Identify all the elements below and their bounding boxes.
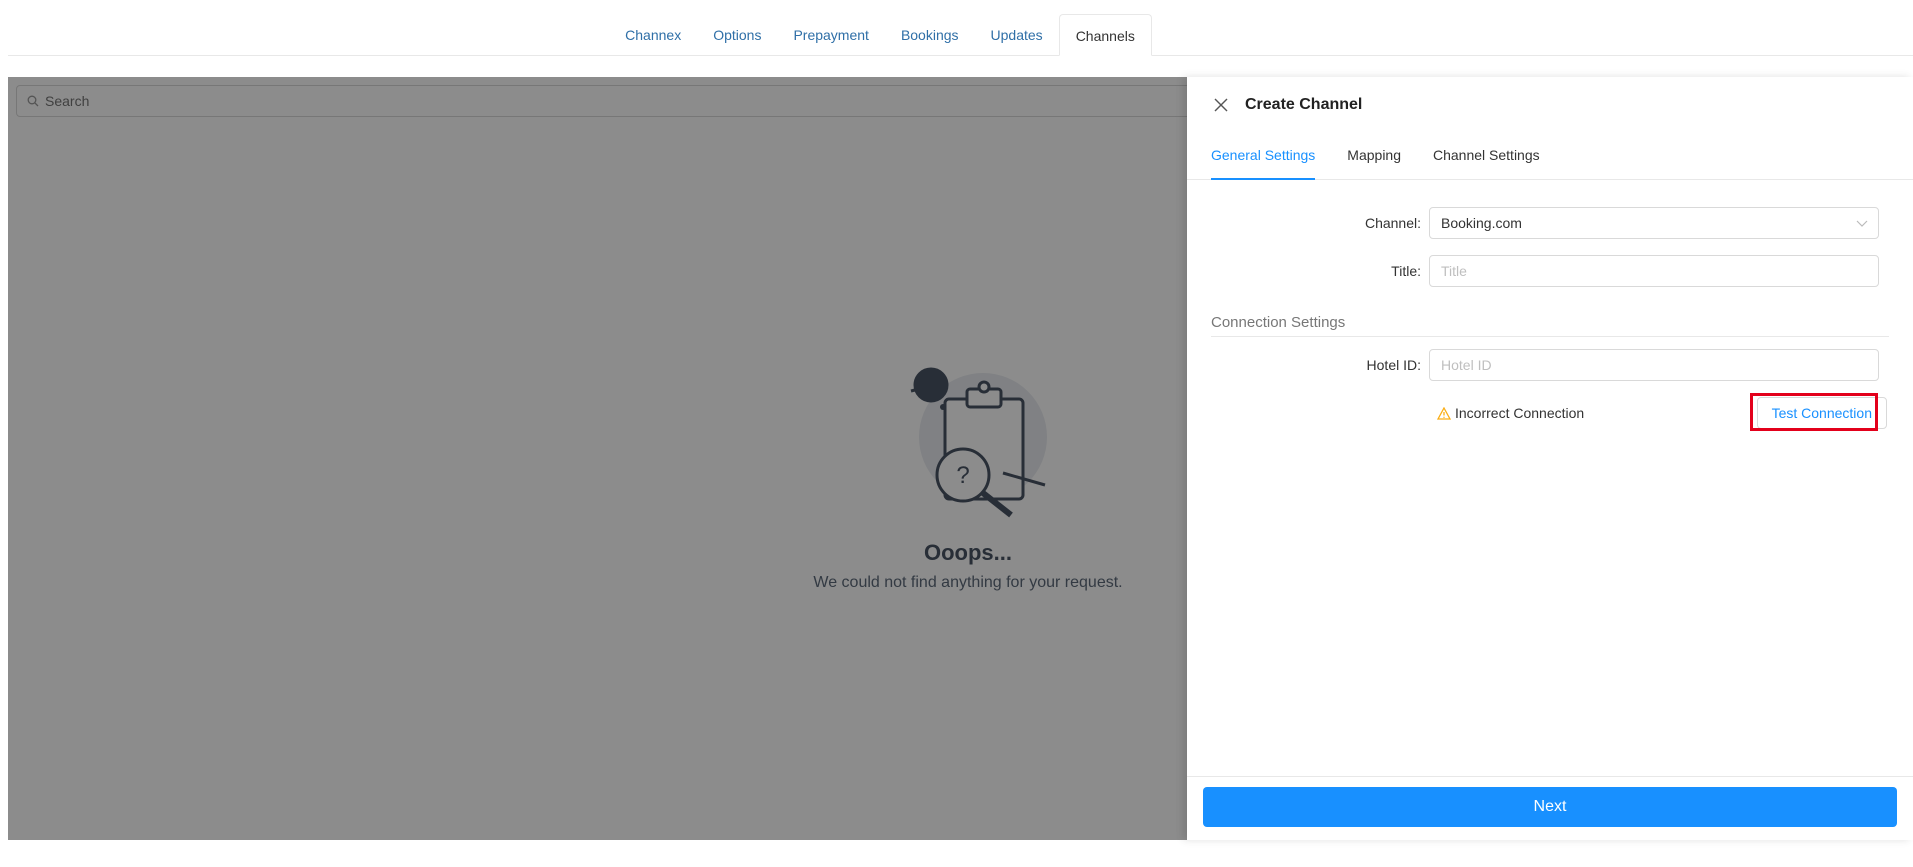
- hotel-id-row: Hotel ID: Hotel ID: [1211, 349, 1889, 381]
- connection-status-text: Incorrect Connection: [1455, 405, 1585, 421]
- title-label: Title:: [1391, 263, 1421, 279]
- tab-mapping[interactable]: Mapping: [1347, 130, 1401, 180]
- drawer-title: Create Channel: [1245, 96, 1363, 113]
- test-connection-button[interactable]: Test Connection: [1756, 397, 1887, 429]
- title-placeholder: Title: [1441, 263, 1467, 279]
- tab-updates[interactable]: Updates: [975, 14, 1059, 56]
- tab-options[interactable]: Options: [697, 14, 777, 56]
- tab-channex[interactable]: Channex: [609, 14, 697, 56]
- connection-status: Incorrect Connection: [1437, 405, 1584, 421]
- channel-select[interactable]: Booking.com: [1429, 207, 1879, 239]
- drawer-header: Create Channel: [1187, 80, 1913, 130]
- top-tab-bar: Channex Options Prepayment Bookings Upda…: [8, 14, 1913, 56]
- tab-channels[interactable]: Channels: [1058, 14, 1152, 56]
- channel-row: Channel: Booking.com: [1211, 207, 1889, 239]
- drawer-tabs: General Settings Mapping Channel Setting…: [1187, 130, 1913, 180]
- drawer-footer: Next: [1187, 776, 1913, 840]
- chevron-down-icon: [1856, 220, 1868, 227]
- create-channel-drawer: Create Channel General Settings Mapping …: [1187, 77, 1913, 840]
- hotel-id-placeholder: Hotel ID: [1441, 357, 1492, 373]
- title-row: Title: Title: [1211, 255, 1889, 287]
- close-button[interactable]: [1211, 95, 1231, 115]
- modal-overlay[interactable]: [8, 77, 1188, 840]
- tab-general-settings[interactable]: General Settings: [1211, 130, 1316, 180]
- channel-label: Channel:: [1364, 215, 1421, 231]
- hotel-id-label: Hotel ID:: [1366, 357, 1421, 373]
- tab-channel-settings[interactable]: Channel Settings: [1433, 130, 1540, 180]
- general-settings-form: Channel: Booking.com Title: Title Connec…: [1187, 180, 1913, 429]
- title-field[interactable]: Title: [1429, 255, 1879, 287]
- warning-icon: [1437, 406, 1451, 420]
- close-icon: [1214, 98, 1228, 112]
- tab-prepayment[interactable]: Prepayment: [777, 14, 884, 56]
- next-button[interactable]: Next: [1203, 787, 1897, 827]
- channel-select-value: Booking.com: [1441, 215, 1522, 231]
- tab-bookings[interactable]: Bookings: [885, 14, 975, 56]
- connection-status-row: Incorrect Connection Test Connection: [1437, 397, 1887, 429]
- connection-settings-title: Connection Settings: [1211, 309, 1889, 337]
- hotel-id-field[interactable]: Hotel ID: [1429, 349, 1879, 381]
